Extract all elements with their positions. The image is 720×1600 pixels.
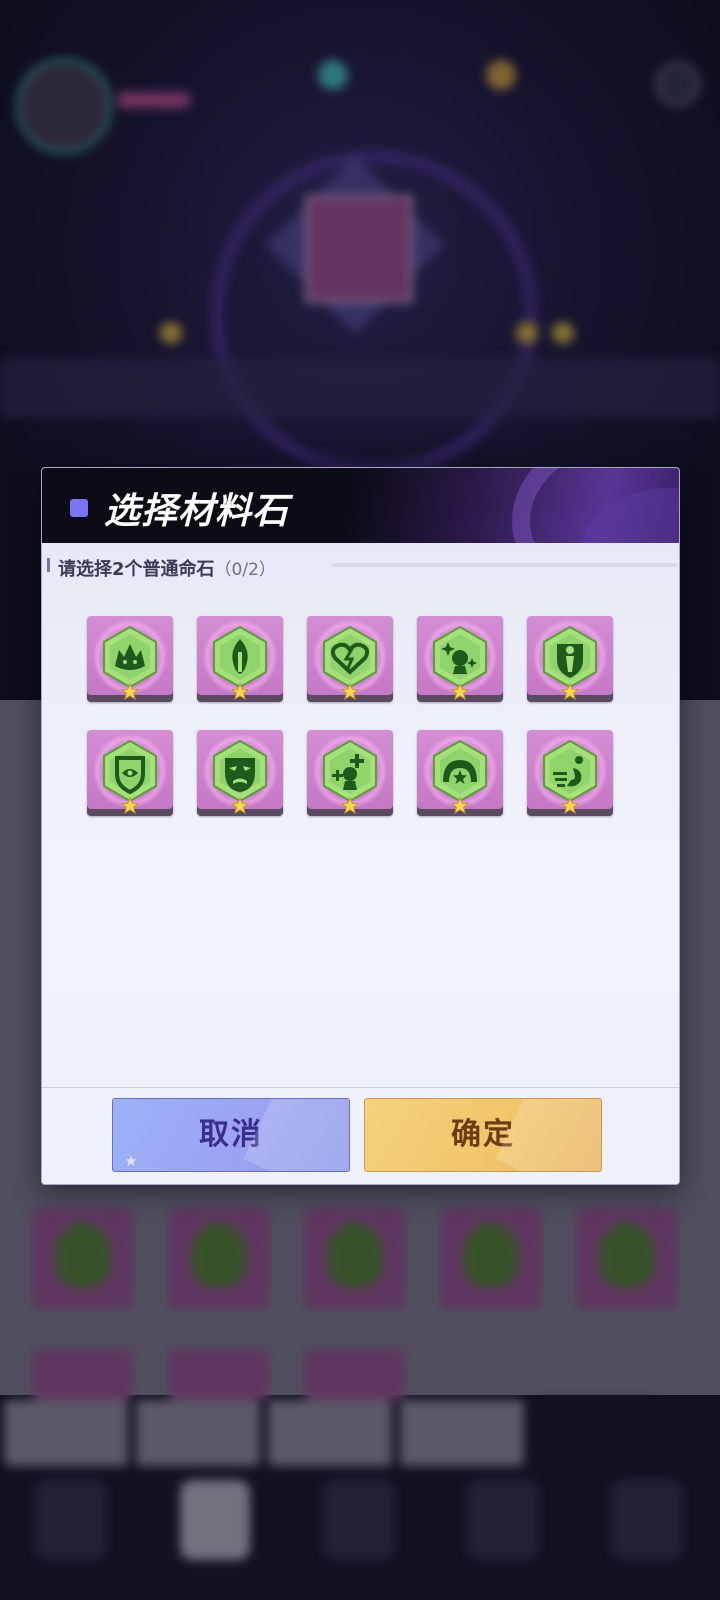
selection-count: （0/2） xyxy=(214,560,276,580)
sparkle-icon xyxy=(125,1155,137,1166)
title-marker-icon xyxy=(70,499,88,517)
stone-item[interactable] xyxy=(417,730,503,816)
star-icon xyxy=(341,683,359,701)
stone-item[interactable] xyxy=(197,616,283,702)
stone-item[interactable] xyxy=(527,730,613,816)
star-icon xyxy=(231,797,249,815)
stone-item[interactable] xyxy=(417,616,503,702)
dialog-title: 选择材料石 xyxy=(104,491,290,532)
star-icon xyxy=(121,797,139,815)
selection-instruction-text: 请选择2个普通命石 xyxy=(58,559,215,580)
helmet-stars-icon xyxy=(433,739,487,803)
divider xyxy=(332,563,677,567)
dialog-footer: 取消 确定 xyxy=(42,1087,679,1184)
stone-item[interactable] xyxy=(197,730,283,816)
star-icon xyxy=(341,797,359,815)
mask-icon xyxy=(213,739,267,803)
selection-instruction: 请选择2个普通命石（0/2） xyxy=(58,555,276,581)
shield-eye-icon xyxy=(103,739,157,803)
broken-heart-lightning-icon xyxy=(323,625,377,689)
stone-item[interactable] xyxy=(527,616,613,702)
flame-sword-icon xyxy=(213,625,267,689)
cancel-button[interactable]: 取消 xyxy=(112,1098,350,1172)
star-icon xyxy=(231,683,249,701)
dialog-header: 选择材料石 xyxy=(42,468,679,543)
stone-item[interactable] xyxy=(87,616,173,702)
star-icon xyxy=(121,683,139,701)
stone-item[interactable] xyxy=(87,730,173,816)
beast-head-icon xyxy=(103,625,157,689)
subtitle-marker xyxy=(47,558,50,572)
star-icon xyxy=(561,797,579,815)
healer-plus-icon xyxy=(323,739,377,803)
star-icon xyxy=(561,683,579,701)
dash-speed-icon xyxy=(543,739,597,803)
stone-item[interactable] xyxy=(307,730,393,816)
star-icon xyxy=(451,683,469,701)
confirm-button[interactable]: 确定 xyxy=(364,1098,602,1172)
sparkle-figure-icon xyxy=(433,625,487,689)
star-icon xyxy=(451,797,469,815)
shield-warrior-icon xyxy=(543,625,597,689)
dialog-body: 请选择2个普通命石（0/2） xyxy=(42,543,679,1087)
stone-item[interactable] xyxy=(307,616,393,702)
select-material-dialog: 选择材料石 请选择2个普通命石（0/2） 取消 确定 xyxy=(41,467,680,1185)
